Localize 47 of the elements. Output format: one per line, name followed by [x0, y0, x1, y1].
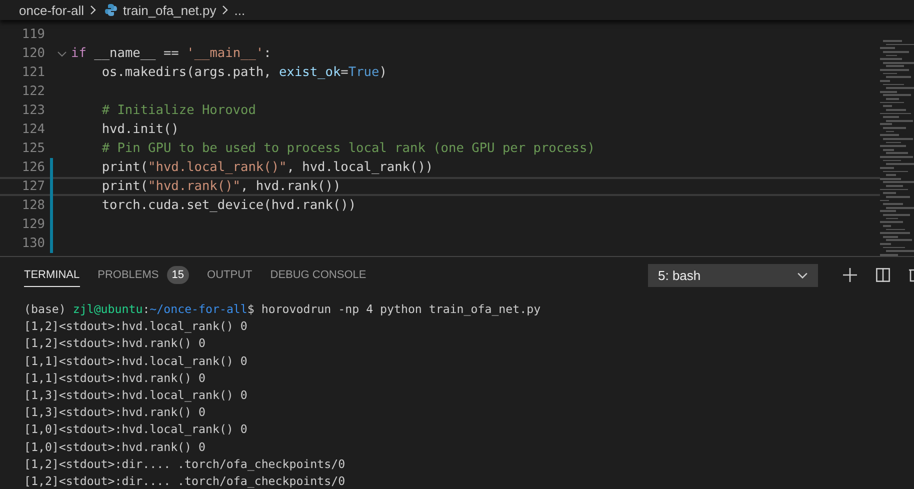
line-number: 121	[20, 65, 45, 80]
terminal-line: [1,1]<stdout>:hvd.local_rank() 0	[24, 352, 248, 370]
terminal-line: [1,1]<stdout>:hvd.rank() 0	[24, 370, 206, 387]
terminal-line: [1,3]<stdout>:hvd.rank() 0	[24, 404, 206, 422]
python-file-icon	[104, 3, 118, 17]
split-icon[interactable]	[876, 268, 890, 282]
chevron-right-icon	[221, 5, 230, 15]
panel-tab[interactable]: PROBLEMS	[98, 263, 159, 287]
code-line: # Initialize Horovod	[100, 103, 256, 118]
line-number: 122	[20, 84, 45, 99]
line-number: 130	[20, 236, 45, 251]
terminal-line: [1,3]<stdout>:hvd.local_rank() 0	[24, 386, 248, 404]
code-line: print("hvd.rank()", hvd.rank())	[100, 179, 341, 194]
code-line: hvd.init()	[100, 122, 179, 137]
line-number: 124	[20, 122, 45, 137]
line-number: 125	[20, 141, 45, 156]
breadcrumb-more[interactable]: ...	[234, 2, 246, 18]
line-number: 128	[20, 198, 45, 213]
line-number: 129	[20, 217, 45, 232]
code-line: print("hvd.local_rank()", hvd.local_rank())	[100, 160, 434, 175]
panel-tab[interactable]: TERMINAL	[24, 263, 80, 287]
terminal-line: [1,2]<stdout>:dir.... .torch/ofa_checkpoints/0	[24, 472, 346, 489]
breadcrumb-folder[interactable]: once-for-all	[19, 2, 84, 18]
code-line: # Pin GPU to be used to process local rank (one GPU per process)	[100, 141, 595, 156]
terminal-line: [1,2]<stdout>:dir.... .torch/ofa_checkpoints/0	[24, 456, 346, 473]
terminal-line: [1,2]<stdout>:hvd.rank() 0	[24, 335, 206, 352]
terminal-line: (base) zjl@ubuntu:~/once-for-all$ horovodrun -np 4 python train_ofa_net.py	[24, 301, 542, 318]
line-number: 127	[20, 179, 45, 194]
chevron-right-icon	[89, 5, 98, 15]
code-line: if __name__ == '__main__':	[71, 46, 272, 61]
problem-count-badge: 15	[166, 266, 190, 284]
code-line: torch.cuda.set_device(hvd.rank())	[100, 198, 356, 213]
breadcrumb-file[interactable]: train_ofa_net.py	[123, 2, 216, 18]
code-line: os.makedirs(args.path, exist_ok=True)	[100, 65, 387, 80]
line-number: 120	[20, 46, 45, 61]
terminal-select[interactable]: 5: bash	[648, 264, 818, 286]
fold-chevron-icon[interactable]	[57, 50, 67, 56]
terminal-line: [1,2]<stdout>:hvd.local_rank() 0	[24, 318, 248, 336]
panel-tab[interactable]: OUTPUT	[207, 263, 252, 287]
terminal-line: [1,0]<stdout>:hvd.local_rank() 0	[24, 421, 248, 438]
terminal-line: [1,0]<stdout>:hvd.rank() 0	[24, 438, 206, 456]
panel-tab[interactable]: DEBUG CONSOLE	[270, 263, 366, 287]
line-number: 126	[20, 160, 45, 175]
add-icon[interactable]	[843, 268, 857, 282]
line-number: 119	[20, 27, 45, 42]
line-number: 123	[20, 103, 45, 118]
chevron-down-icon	[797, 272, 808, 278]
